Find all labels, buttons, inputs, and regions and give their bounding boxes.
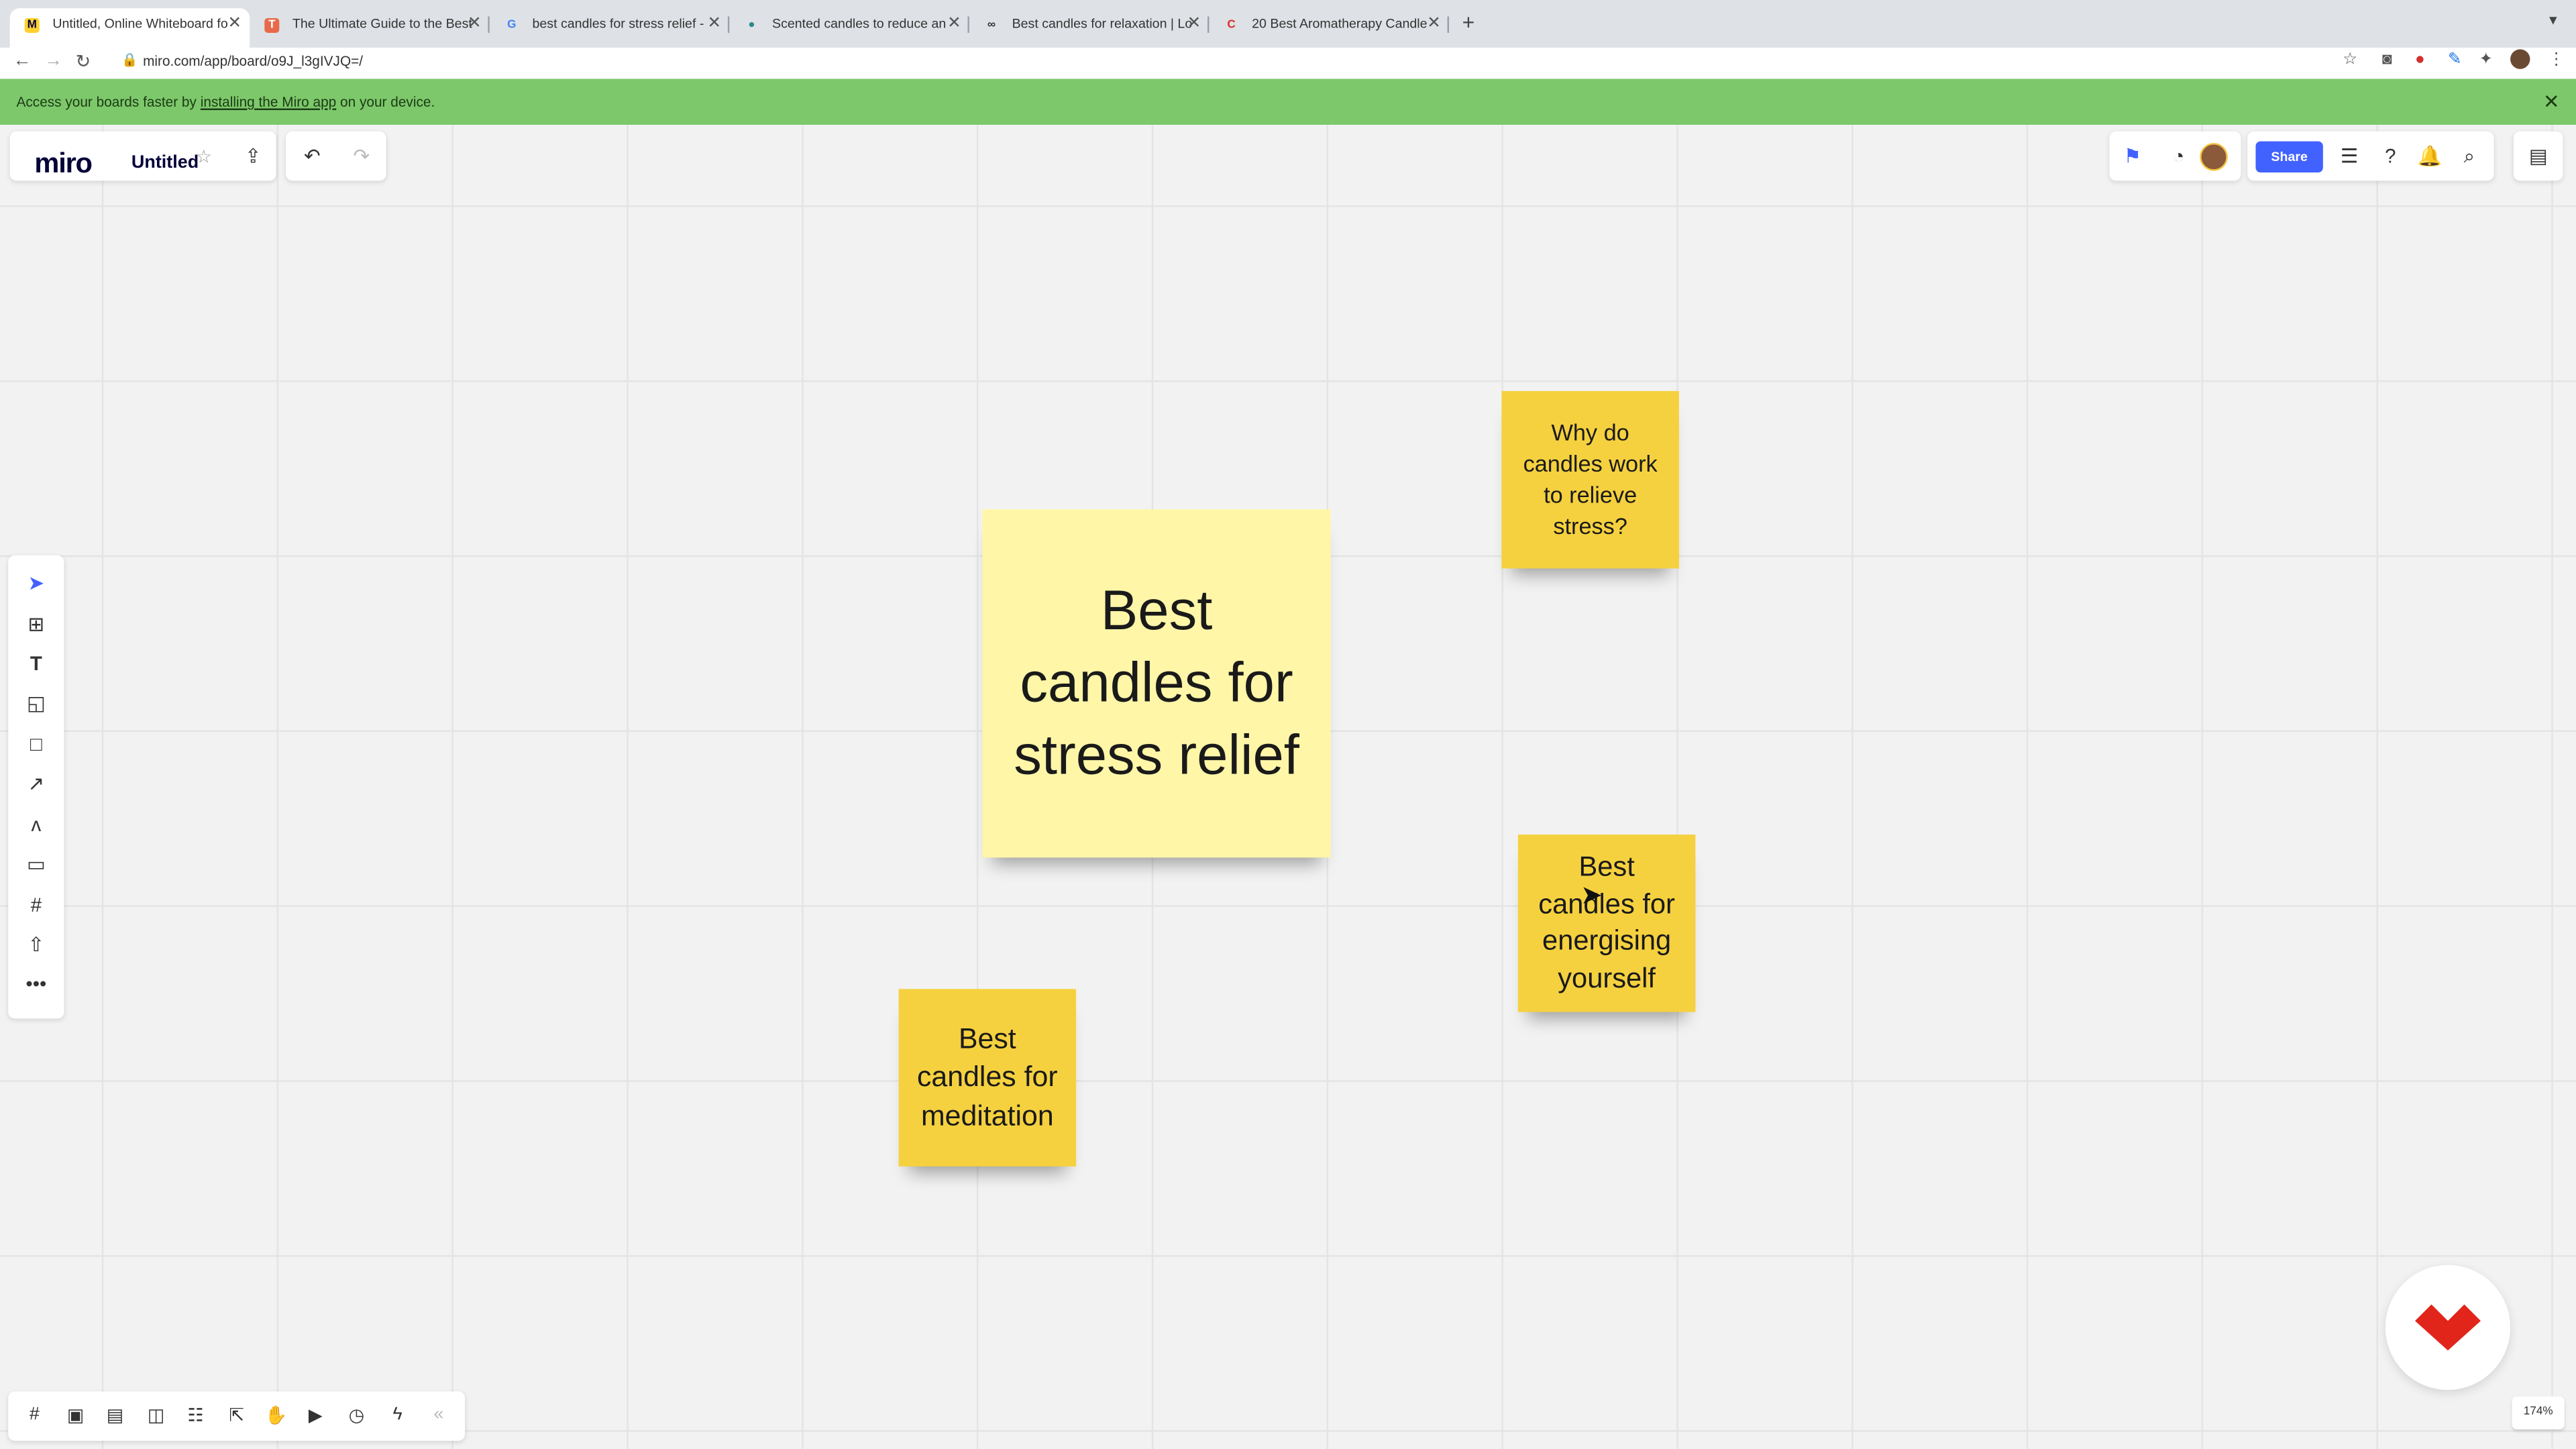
frames-icon[interactable]: # xyxy=(19,1405,49,1424)
reload-icon[interactable]: ↻ xyxy=(76,51,91,72)
sticky-note-text: Best candles for energising yourself xyxy=(1538,851,1675,994)
timer-fire-icon[interactable]: ◔ xyxy=(2163,145,2193,168)
pen-icon[interactable]: ʌ xyxy=(19,813,52,836)
more-tools-icon[interactable]: ••• xyxy=(19,973,52,996)
connection-line-icon[interactable]: ↗ xyxy=(19,772,52,795)
sticky-note-text: Why do candles work to relieve stress? xyxy=(1523,419,1658,539)
sticky-note-meditation[interactable]: Best candles for meditation xyxy=(898,989,1077,1167)
sticky-note-text: Best candles for stress relief xyxy=(1014,580,1299,788)
tab-title: best candles for stress relief - xyxy=(532,16,704,32)
zoom-level[interactable]: 174% xyxy=(2512,1396,2565,1430)
undo-icon[interactable]: ↶ xyxy=(297,145,327,168)
tab-title: 20 Best Aromatherapy Candle xyxy=(1252,16,1428,32)
banner-message: Access your boards faster by installing … xyxy=(16,79,435,125)
close-tab-icon[interactable]: ✕ xyxy=(468,8,482,41)
site-favicon-icon: C xyxy=(1227,19,1236,32)
notifications-bell-icon[interactable]: 🔔 xyxy=(2415,145,2445,168)
miro-logo[interactable]: miro xyxy=(34,148,93,180)
browser-menu-icon[interactable]: ⋮ xyxy=(2548,51,2564,69)
close-tab-icon[interactable]: ✕ xyxy=(227,8,241,41)
opera-extension-icon[interactable]: ● xyxy=(2415,51,2425,69)
google-favicon-icon: G xyxy=(507,19,517,32)
browser-tab-bar: M Untitled, Online Whiteboard fo ✕ T The… xyxy=(0,0,2576,48)
shape-square-icon[interactable]: □ xyxy=(19,733,52,755)
text-tool-icon[interactable]: T xyxy=(19,652,52,675)
undo-redo-panel: ↶ ↷ xyxy=(286,131,386,181)
select-cursor-icon[interactable]: ➤ xyxy=(19,572,52,594)
brand-heart-icon xyxy=(2415,1304,2481,1351)
board-menu-panel: ▤ xyxy=(2513,131,2563,181)
tab-title: Best candles for relaxation | Lo xyxy=(1012,16,1193,32)
sticky-note-main[interactable]: Best candles for stress relief xyxy=(982,509,1331,858)
site-favicon-icon: ∞ xyxy=(987,19,996,32)
profile-avatar-icon[interactable] xyxy=(2510,49,2530,69)
star-icon[interactable]: ☆ xyxy=(189,146,219,167)
tab-title: Scented candles to reduce an xyxy=(772,16,947,32)
apps-bolt-icon[interactable]: ϟ xyxy=(383,1405,413,1424)
board-menu-icon[interactable]: ▤ xyxy=(2524,145,2553,168)
banner-prefix: Access your boards faster by xyxy=(16,93,197,111)
close-tab-icon[interactable]: ✕ xyxy=(1187,8,1201,41)
user-avatar[interactable] xyxy=(2200,143,2228,171)
share-button[interactable]: Share xyxy=(2255,141,2323,173)
sticky-note-why[interactable]: Why do candles work to relieve stress? xyxy=(1501,390,1679,569)
comments-icon[interactable]: ▤ xyxy=(100,1405,129,1426)
close-banner-icon[interactable]: ✕ xyxy=(2543,79,2560,125)
address-bar: ← → ↻ 🔒 miro.com/app/board/o9J_l3gIVJQ=/… xyxy=(0,48,2576,81)
site-favicon-icon: ● xyxy=(748,19,755,32)
chat-icon[interactable]: ◫ xyxy=(142,1405,171,1426)
tab-title: Untitled, Online Whiteboard fo xyxy=(52,16,228,32)
export-upload-icon[interactable]: ⇪ xyxy=(238,145,268,168)
video-call-icon[interactable]: ▶ xyxy=(301,1405,330,1426)
collapse-toolbar-icon[interactable]: « xyxy=(424,1405,453,1424)
upload-icon[interactable]: ⇧ xyxy=(19,933,52,956)
banner-suffix: on your device. xyxy=(340,93,435,111)
tab-aromatherapy[interactable]: C 20 Best Aromatherapy Candle ✕ xyxy=(1209,8,1450,48)
install-app-link[interactable]: installing the Miro app xyxy=(201,94,337,110)
reactions-icon[interactable]: ⚑ xyxy=(2118,145,2147,168)
sticky-note-energising[interactable]: Best candles for energising yourself xyxy=(1517,835,1696,1012)
install-app-banner: Access your boards faster by installing … xyxy=(0,78,2576,125)
forward-arrow-icon[interactable]: → xyxy=(44,51,62,70)
tab-ultimate-guide[interactable]: T The Ultimate Guide to the Best ✕ xyxy=(250,8,490,48)
tab-search-chevron-icon[interactable]: ▼ xyxy=(2546,13,2559,28)
screen: M Untitled, Online Whiteboard fo ✕ T The… xyxy=(0,0,2576,1449)
lock-icon[interactable]: 🔒 xyxy=(121,52,138,67)
mouse-cursor-icon: ➤ xyxy=(1580,882,1603,910)
new-tab-icon[interactable]: + xyxy=(1462,10,1475,35)
pen-extension-icon[interactable]: ✎ xyxy=(2448,51,2462,69)
tab-title: The Ultimate Guide to the Best xyxy=(292,16,472,32)
miro-favicon-icon: M xyxy=(24,17,40,33)
frame-icon[interactable]: # xyxy=(19,894,52,916)
voting-thumb-icon[interactable]: ✋ xyxy=(261,1405,290,1426)
tab-separator xyxy=(1447,16,1450,33)
bookmark-star-icon[interactable]: ☆ xyxy=(2343,51,2357,69)
puzzle-extensions-icon[interactable]: ✦ xyxy=(2479,51,2493,69)
tab-miro-board[interactable]: M Untitled, Online Whiteboard fo ✕ xyxy=(9,8,250,48)
close-tab-icon[interactable]: ✕ xyxy=(947,8,961,41)
sticky-note-text: Best candles for meditation xyxy=(917,1021,1058,1132)
back-arrow-icon[interactable]: ← xyxy=(13,51,32,70)
board-header-panel: miro Untitled ☆ ⇪ xyxy=(9,131,276,181)
cards-icon[interactable]: ☷ xyxy=(180,1405,210,1426)
presentation-icon[interactable]: ▣ xyxy=(61,1405,91,1426)
help-icon[interactable]: ? xyxy=(2375,145,2405,168)
timer-icon[interactable]: ◷ xyxy=(341,1405,371,1426)
close-tab-icon[interactable]: ✕ xyxy=(708,8,722,41)
url-field[interactable]: miro.com/app/board/o9J_l3gIVJQ=/ xyxy=(143,52,363,68)
share-screen-icon[interactable]: ⇱ xyxy=(222,1405,252,1426)
sticky-note-icon[interactable]: ◱ xyxy=(19,692,52,714)
camera-extension-icon[interactable]: ◙ xyxy=(2382,51,2392,69)
templates-icon[interactable]: ⊞ xyxy=(19,612,52,635)
tab-candles-relaxation[interactable]: ∞ Best candles for relaxation | Lo ✕ xyxy=(969,8,1210,48)
settings-sliders-icon[interactable]: ☰ xyxy=(2334,145,2364,168)
search-icon[interactable]: ⌕ xyxy=(2455,145,2484,170)
site-favicon-icon: T xyxy=(264,17,280,33)
help-chat-bubble[interactable] xyxy=(2385,1265,2511,1390)
tab-google-search[interactable]: G best candles for stress relief - ✕ xyxy=(490,8,730,48)
tab-scented-candles[interactable]: ● Scented candles to reduce an ✕ xyxy=(729,8,969,48)
redo-icon[interactable]: ↷ xyxy=(347,145,376,168)
comment-icon[interactable]: ▭ xyxy=(19,853,52,875)
close-tab-icon[interactable]: ✕ xyxy=(1427,8,1441,41)
